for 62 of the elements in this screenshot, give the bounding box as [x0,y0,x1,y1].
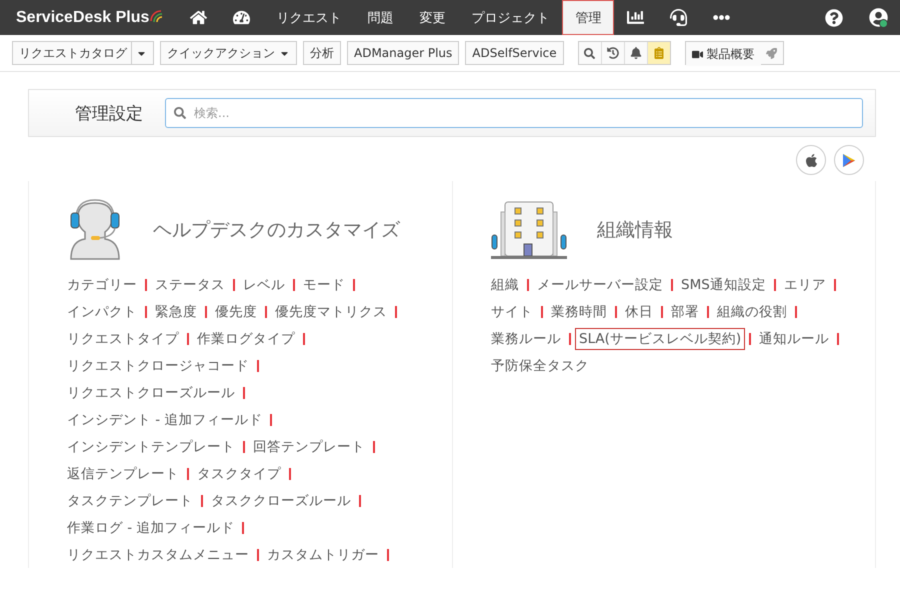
settings-link[interactable]: サイト [487,300,537,322]
settings-link[interactable]: 業務ルール [487,328,565,350]
settings-link[interactable]: タスククローズルール [207,490,355,512]
settings-link[interactable]: メールサーバー設定 [533,274,667,296]
play-store-icon[interactable] [834,145,864,175]
video-camera-icon [692,48,703,60]
settings-link[interactable]: インシデントテンプレート [63,436,239,458]
caret-icon[interactable] [131,42,147,64]
settings-link[interactable]: モード [299,274,349,296]
settings-link[interactable]: リクエストカスタムメニュー [63,544,253,566]
toolbar-button[interactable]: 分析 [303,41,341,65]
section-title: ヘルプデスクのカスタマイズ [153,218,400,243]
nav-tab[interactable]: プロジェクト [458,0,562,35]
settings-link[interactable]: リクエストクローズルール [63,382,239,404]
admin-title: 管理設定 [75,102,143,124]
settings-link[interactable]: インパクト [63,300,141,322]
apple-icon[interactable] [796,145,826,175]
nav-tab[interactable]: 問題 [354,0,406,35]
settings-link[interactable]: 作業ログ - 追加フィールド [63,516,238,538]
toolbar-button[interactable]: ADSelfService [465,41,564,65]
settings-link[interactable]: カテゴリー [63,274,141,296]
settings-link[interactable]: 作業ログタイプ [193,328,299,350]
settings-link[interactable]: SLA(サービスレベル契約) [575,328,746,350]
nav-tab[interactable]: リクエスト [263,0,354,35]
logo-arcs-icon [149,8,164,22]
settings-link[interactable]: 部署 [667,300,703,322]
settings-link[interactable]: エリア [780,274,830,296]
settings-link[interactable]: タスクタイプ [193,462,285,484]
settings-link[interactable]: 緊急度 [151,300,201,322]
quick-actions-dropdown[interactable]: クイックアクション [160,41,297,65]
settings-link[interactable]: 業務時間 [547,300,611,322]
settings-link[interactable]: 通知ルール [755,328,834,350]
bell-icon[interactable] [624,42,648,64]
product-overview-button[interactable]: 製品概要 [686,42,761,66]
settings-link[interactable]: インシデント - 追加フィールド [63,408,266,430]
settings-link[interactable]: リクエストクロージャコード [63,354,253,376]
settings-link[interactable]: レベル [239,274,289,296]
request-catalog-button[interactable]: リクエストカタログ [12,41,154,65]
settings-link[interactable]: 休日 [621,300,657,322]
toolbar-button[interactable]: ADManager Plus [347,41,460,65]
search-field[interactable]: 検索... [165,98,863,128]
settings-link[interactable]: 組織 [487,274,523,296]
settings-link[interactable]: 回答テンプレート [249,436,369,458]
search-icon[interactable] [578,42,602,64]
nav-tab[interactable]: 管理 [562,0,614,35]
logo-text: ServiceDesk Plus [16,8,150,26]
section-title: 組織情報 [597,218,673,243]
settings-link[interactable]: SMS通知設定 [677,274,770,296]
settings-link[interactable]: 予防保全タスク [487,354,593,376]
office-building-icon [491,200,567,260]
settings-link[interactable]: ステータス [151,274,229,296]
settings-link[interactable]: カスタムトリガー [263,544,383,566]
history-icon[interactable] [602,42,625,64]
settings-link[interactable]: タスクテンプレート [63,490,197,512]
rocket-icon[interactable] [760,42,783,64]
clipboard-icon[interactable] [648,42,670,64]
settings-link[interactable]: 組織の役割 [713,300,791,322]
nav-tab[interactable]: 変更 [406,0,458,35]
settings-link[interactable]: 優先度マトリクス [271,300,391,322]
settings-link[interactable]: 返信テンプレート [63,462,183,484]
settings-link[interactable]: 優先度 [211,300,261,322]
settings-link[interactable]: リクエストタイプ [63,328,183,350]
